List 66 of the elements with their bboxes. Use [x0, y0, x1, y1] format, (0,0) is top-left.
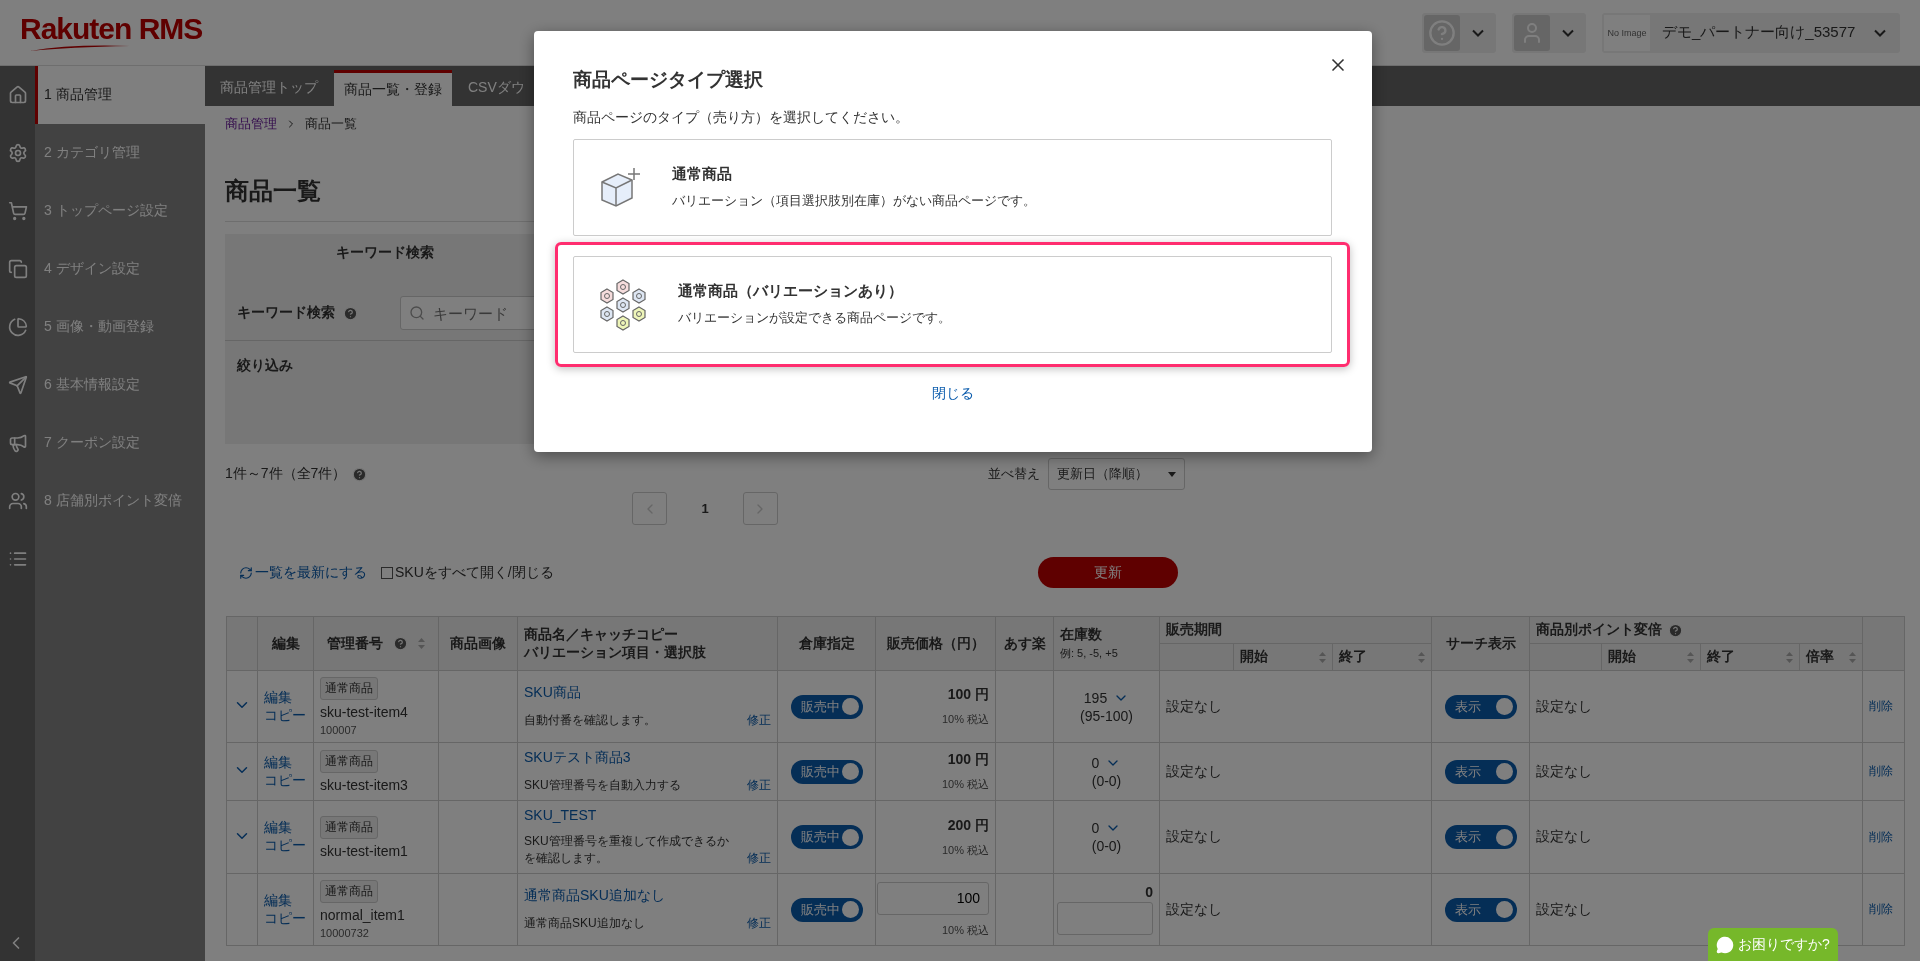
column-header: 在庫数	[1060, 626, 1102, 644]
catch-copy: 通常商品SKU追加なし	[524, 915, 645, 932]
item-code: sku-test-item1	[320, 842, 408, 859]
tax-note: 10% 税込	[941, 842, 989, 858]
catch-copy: 自動付番を確認します。	[524, 712, 656, 729]
item-type-badge: 通常商品	[320, 880, 378, 903]
item-type-badge: 通常商品	[320, 750, 378, 773]
field-label: キーワード検索	[237, 304, 335, 322]
store-thumbnail: No Image	[1604, 14, 1650, 51]
column-header: 管理番号	[327, 634, 383, 653]
tax-note: 10% 税込	[941, 922, 989, 938]
point-setting: 設定なし	[1536, 697, 1592, 714]
point-setting: 設定なし	[1536, 828, 1592, 844]
catch-copy: SKU管理番号を重複して作成できるかを確認します。	[524, 833, 730, 867]
dialog-subtitle: 商品ページのタイプ（売り方）を選択してください。	[573, 109, 910, 127]
column-header: 商品別ポイント変倍	[1536, 621, 1662, 639]
column-header: 編集	[271, 634, 300, 653]
item-number: 100007	[320, 724, 357, 736]
column-header: 倍率	[1806, 648, 1834, 666]
item-code: normal_item1	[320, 907, 405, 923]
item-type-badge: 通常商品	[320, 815, 378, 839]
item-code: sku-test-item4	[320, 704, 408, 720]
catch-copy: SKU管理番号を自動入力する	[524, 777, 681, 794]
result-count: 1件～7件（全7件）	[225, 465, 347, 483]
tax-note: 10% 税込	[941, 777, 989, 792]
price: 100 円	[947, 686, 989, 704]
item-number: 10000732	[320, 927, 369, 939]
column-hint: 例: 5, -5, +5	[1060, 646, 1118, 661]
stock-count: 0	[1091, 754, 1100, 771]
store-name: デモ_パートナー向け_53577	[1662, 23, 1857, 42]
column-header: 販売価格（円）	[886, 634, 985, 653]
price: 100 円	[947, 751, 989, 769]
item-code: sku-test-item3	[320, 777, 408, 793]
sort-label: 並べ替え	[988, 465, 1040, 483]
dialog-title: 商品ページタイプ選択	[573, 68, 764, 92]
panel-heading: キーワード検索	[335, 243, 435, 262]
stock-range: (0-0)	[1091, 838, 1122, 854]
column-header: 倉庫指定	[798, 634, 855, 653]
option-description: バリエーション（項目選択肢別在庫）がない商品ページです。	[672, 192, 1036, 210]
tax-note: 10% 税込	[941, 712, 989, 727]
column-header: 販売期間	[1166, 621, 1222, 639]
stock-count: 195	[1083, 689, 1108, 706]
filter-label: 絞り込み	[235, 356, 294, 375]
column-header: 商品画像	[450, 634, 506, 653]
sale-period: 設定なし	[1166, 900, 1222, 917]
sale-period: 設定なし	[1166, 762, 1222, 779]
stock-count: 0	[1091, 820, 1100, 836]
column-header: あす楽	[1003, 634, 1046, 653]
stock-range: (95-100)	[1080, 707, 1133, 724]
column-header: バリエーション項目・選択肢	[524, 643, 706, 662]
item-type-badge: 通常商品	[320, 677, 378, 700]
column-header: 商品名／キャッチコピー	[524, 625, 678, 644]
column-header: サーチ表示	[1445, 634, 1516, 653]
point-setting: 設定なし	[1536, 900, 1592, 917]
column-header: 終了	[1707, 648, 1735, 666]
sale-period: 設定なし	[1166, 697, 1222, 714]
point-setting: 設定なし	[1536, 762, 1592, 779]
column-header: 終了	[1339, 648, 1367, 666]
sale-period: 設定なし	[1166, 828, 1222, 844]
option-description: バリエーションが設定できる商品ページです。	[678, 309, 951, 327]
stock-count: 0	[1145, 884, 1153, 900]
price: 200 円	[947, 816, 989, 835]
option-title: 通常商品（バリエーションあり）	[678, 282, 904, 301]
stock-range: (0-0)	[1091, 772, 1122, 789]
column-header: 開始	[1240, 648, 1268, 666]
column-header: 開始	[1608, 648, 1636, 666]
